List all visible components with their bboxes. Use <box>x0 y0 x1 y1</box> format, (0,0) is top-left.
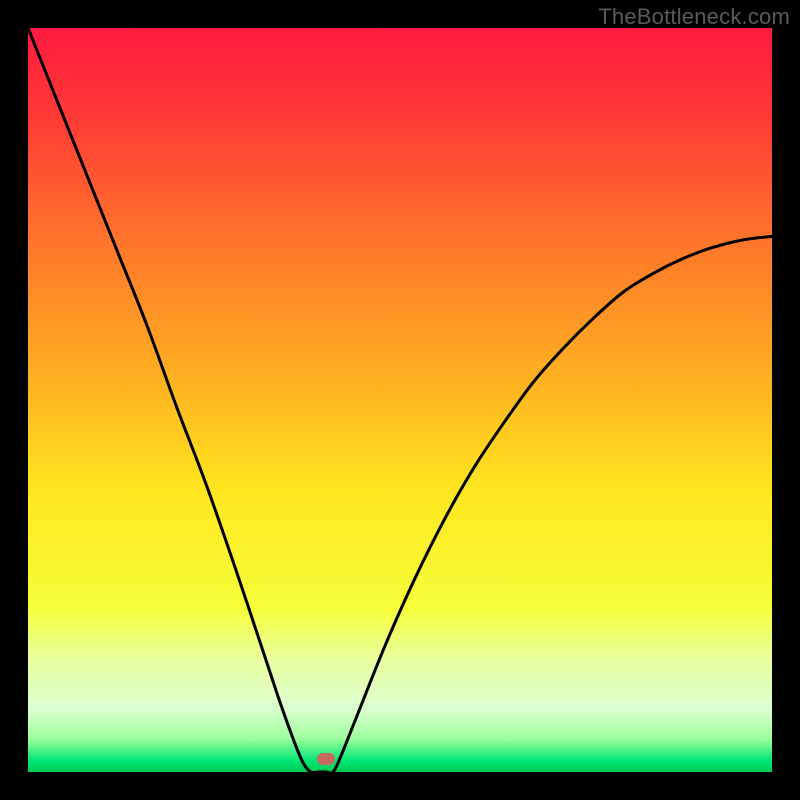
watermark-text: TheBottleneck.com <box>598 4 790 30</box>
gradient-background <box>28 28 772 772</box>
bottleneck-plot <box>28 28 772 772</box>
chart-frame: TheBottleneck.com <box>0 0 800 800</box>
optimal-point-marker <box>317 753 335 765</box>
